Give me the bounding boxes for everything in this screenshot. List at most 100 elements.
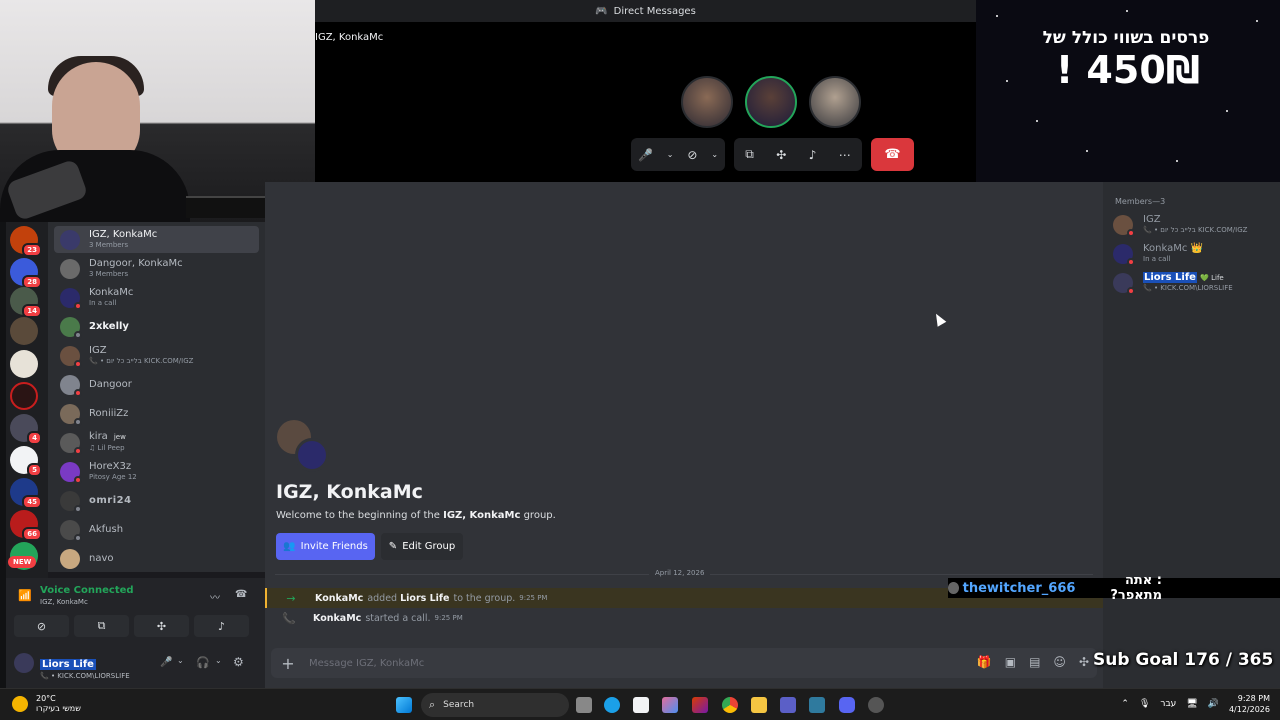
- emoji-icon[interactable]: ☺: [1053, 655, 1066, 669]
- member-item[interactable]: Liors Life 💚 Life 📞 • KICK.COM\LIORSLIFE: [1113, 272, 1233, 295]
- screen-share-icon: ⧉: [97, 619, 106, 632]
- system-tray: ⌃ 🎙 עבר 🖥 🔊 9:28 PM 4/12/2026: [1121, 693, 1270, 715]
- dm-item[interactable]: 2xkelly: [54, 313, 259, 340]
- invite-friends-button[interactable]: 👥 Invite Friends: [276, 533, 375, 560]
- dm-item[interactable]: Dangoor: [54, 371, 259, 398]
- member-item[interactable]: KonkaMc 👑 In a call: [1113, 244, 1203, 266]
- disconnect-button[interactable]: ☎: [871, 138, 914, 171]
- dm-item[interactable]: IGZ, KonkaMc 3 Members: [54, 226, 259, 253]
- dm-item[interactable]: kira jew ♫ Lil Peep: [54, 429, 259, 456]
- member-item[interactable]: IGZ 📞 • בלייב כל יום KICK.COM/IGZ: [1113, 215, 1247, 237]
- noise-suppression-icon[interactable]: 〰: [210, 589, 220, 604]
- apps-icon[interactable]: ✣: [1079, 655, 1089, 669]
- headphones-icon[interactable]: 🎧: [196, 656, 210, 669]
- dm-item[interactable]: KonkaMc In a call: [54, 284, 259, 311]
- network-icon[interactable]: 🖥: [1186, 699, 1197, 709]
- store-icon[interactable]: [633, 697, 649, 713]
- chevron-down-icon[interactable]: ⌄: [215, 656, 222, 665]
- screen-share-icon[interactable]: ⧉: [745, 147, 754, 162]
- server-badge: 45: [22, 495, 42, 509]
- file-explorer-icon[interactable]: [751, 697, 767, 713]
- chevron-down-icon[interactable]: ⌄: [711, 150, 718, 159]
- dm-item[interactable]: Akfush: [54, 516, 259, 543]
- dm-name: Akfush: [89, 524, 124, 535]
- chevron-down-icon[interactable]: ⌄: [667, 150, 674, 159]
- copilot-icon[interactable]: [662, 697, 678, 713]
- microphone-icon[interactable]: 🎙: [1139, 699, 1150, 709]
- server-icon[interactable]: [10, 350, 38, 378]
- app-icon[interactable]: [868, 697, 884, 713]
- server-icon[interactable]: 28: [10, 258, 42, 289]
- dm-item[interactable]: Dangoor, KonkaMc 3 Members: [54, 255, 259, 282]
- voice-status[interactable]: Voice Connected: [40, 585, 134, 596]
- server-icon[interactable]: 5: [10, 446, 42, 477]
- dm-item[interactable]: RoniiiZz: [54, 400, 259, 427]
- dm-name: Dangoor: [89, 379, 132, 390]
- server-badge: 5: [27, 463, 42, 477]
- camera-off-icon: ⊘: [36, 619, 47, 633]
- arrow-right-icon: →: [286, 591, 296, 605]
- server-icon[interactable]: 4: [10, 414, 42, 445]
- dm-item[interactable]: omri24: [54, 487, 259, 514]
- windows-start-icon[interactable]: [396, 697, 412, 713]
- server-icon[interactable]: [10, 382, 38, 410]
- soundboard-button[interactable]: ♪: [194, 615, 249, 637]
- dm-list: IGZ, KonkaMc 3 Members Dangoor, KonkaMc 3 …: [48, 222, 265, 572]
- dm-name: navo: [89, 553, 114, 564]
- chrome-icon[interactable]: [722, 697, 738, 713]
- voice-channel[interactable]: IGZ, KonkaMc: [40, 598, 88, 606]
- dm-name: 2xkelly: [89, 321, 129, 332]
- soundboard-icon[interactable]: ♪: [809, 148, 817, 162]
- taskbar: 20°C שמשי בעיקרו ⌕ Search ⌃ 🎙 עבר 🖥 🔊 9:28…: [0, 688, 1280, 720]
- taskbar-search[interactable]: ⌕ Search: [421, 693, 569, 717]
- microphone-icon[interactable]: 🎤: [638, 148, 653, 162]
- dm-item[interactable]: navo: [54, 545, 259, 572]
- participant-avatar[interactable]: [681, 76, 733, 128]
- sticker-icon[interactable]: ▤: [1029, 655, 1040, 669]
- app-icon[interactable]: [809, 697, 825, 713]
- message-input-bar[interactable]: + Message IGZ, KonkaMc 🎁 ▣ ▤ ☺ ✣: [271, 648, 1097, 678]
- message-input[interactable]: Message IGZ, KonkaMc: [309, 658, 424, 669]
- edit-group-button[interactable]: ✎ Edit Group: [381, 533, 463, 560]
- activities-button[interactable]: ✣: [134, 615, 189, 637]
- activities-icon[interactable]: ✣: [776, 148, 786, 162]
- avatar: [60, 258, 80, 279]
- dm-name: IGZ, KonkaMc: [89, 228, 158, 240]
- camera-off-icon[interactable]: ⊘: [687, 148, 697, 162]
- edge-icon[interactable]: [604, 697, 620, 713]
- dm-sub: Pitosy Age 12: [89, 472, 137, 481]
- more-icon[interactable]: ⋯: [839, 148, 851, 162]
- volume-icon[interactable]: 🔊: [1208, 699, 1219, 709]
- chevron-up-icon[interactable]: ⌃: [1121, 699, 1129, 709]
- microphone-icon[interactable]: 🎤: [160, 657, 172, 668]
- server-icon[interactable]: 45: [10, 478, 42, 509]
- weather-widget[interactable]: 20°C שמשי בעיקרו: [12, 694, 81, 714]
- participant-avatar[interactable]: [745, 76, 797, 128]
- server-icon[interactable]: 23: [10, 226, 42, 257]
- server-icon[interactable]: 66: [10, 510, 42, 541]
- settings-icon[interactable]: ⚙: [233, 655, 244, 669]
- user-avatar[interactable]: [14, 653, 34, 673]
- discord-icon[interactable]: [839, 697, 855, 713]
- gift-icon[interactable]: 🎁: [977, 655, 992, 669]
- dm-item[interactable]: IGZ 📞 • בלייב כל יום KICK.COM/IGZ: [54, 342, 259, 369]
- m365-icon[interactable]: [692, 697, 708, 713]
- disconnect-icon[interactable]: ☎: [235, 589, 247, 600]
- screen-share-button[interactable]: ⧉: [74, 615, 129, 637]
- server-icon[interactable]: [10, 317, 38, 345]
- participant-avatar[interactable]: [809, 76, 861, 128]
- user-info[interactable]: Liors Life 📞 • KICK.COM\LIORSLIFE: [40, 652, 130, 680]
- task-view-icon[interactable]: [576, 697, 592, 713]
- weather-description: שמשי בעיקרו: [36, 704, 81, 713]
- attach-plus-icon[interactable]: +: [271, 654, 305, 673]
- teams-icon[interactable]: [780, 697, 796, 713]
- clock[interactable]: 9:28 PM 4/12/2026: [1229, 693, 1270, 715]
- chevron-down-icon[interactable]: ⌄: [177, 656, 184, 665]
- camera-button[interactable]: ⊘: [14, 615, 69, 637]
- system-message[interactable]: 📞 KonkaMc started a call. 9:25 PM: [265, 608, 1103, 628]
- dm-item[interactable]: HoreX3z Pitosy Age 12: [54, 458, 259, 485]
- server-icon[interactable]: 14: [10, 287, 42, 318]
- gif-icon[interactable]: ▣: [1005, 655, 1016, 669]
- language-indicator[interactable]: עבר: [1160, 699, 1176, 709]
- window-title-bar: 🎮 Direct Messages: [315, 0, 976, 22]
